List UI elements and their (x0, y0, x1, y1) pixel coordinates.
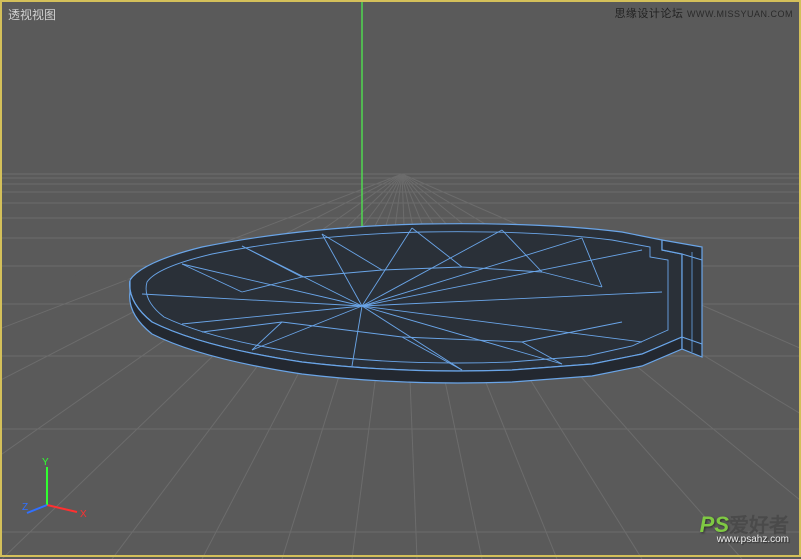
viewport-label: 透视视图 (8, 6, 56, 23)
forum-name: 思缘设计论坛 (614, 8, 683, 20)
model-wireframe[interactable] (7, 224, 702, 383)
forum-url: WWW.MISSYUAN.COM (687, 9, 793, 19)
gizmo-x-axis (47, 505, 77, 512)
gizmo-z-label: Z (22, 502, 28, 513)
gizmo-y-label: Y (42, 457, 49, 468)
gizmo-z-axis (27, 505, 47, 513)
scene-canvas[interactable] (2, 2, 801, 559)
perspective-viewport[interactable]: 透视视图 思缘设计论坛 WWW.MISSYUAN.COM X Y Z PS爱好者… (2, 2, 799, 555)
watermark-ps: PS爱好者 www.psahz.com (700, 509, 789, 545)
watermark-forum: 思缘设计论坛 WWW.MISSYUAN.COM (614, 5, 793, 21)
gizmo-x-label: X (80, 509, 87, 520)
axis-gizmo[interactable]: X Y Z (22, 455, 92, 525)
